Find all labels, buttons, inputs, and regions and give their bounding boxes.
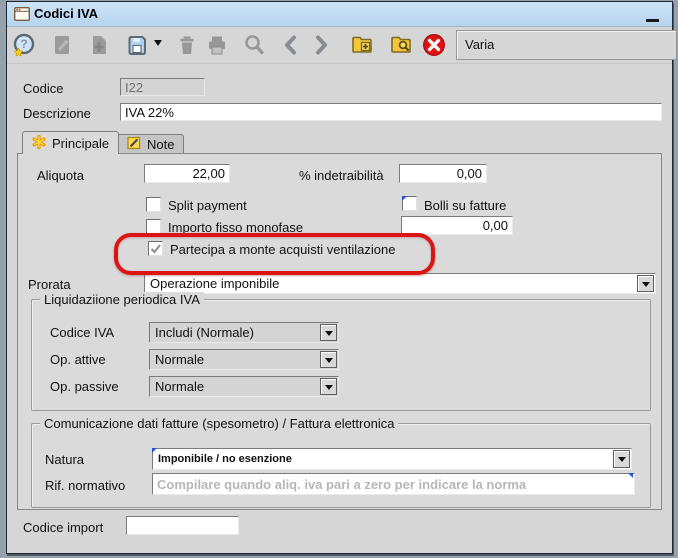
op-attive-label: Op. attive (50, 352, 106, 367)
comunicazione-groupbox: Comunicazione dati fatture (spesometro) … (31, 416, 651, 508)
codice-label: Codice (23, 81, 64, 96)
print-icon (204, 32, 230, 58)
chevron-down-icon[interactable] (637, 275, 654, 292)
rif-normativo-field[interactable] (152, 473, 635, 495)
liquidazione-group-title: Liquidaziione periodica IVA (40, 292, 204, 307)
split-payment-checkbox[interactable] (146, 197, 161, 212)
chevron-down-icon[interactable] (320, 351, 337, 368)
desktop-background: Codici IVA ? Varia Codice I22 Descrizion… (0, 0, 678, 558)
modified-marker (402, 196, 407, 201)
window-icon (13, 6, 31, 26)
tab-principale[interactable]: Principale (22, 131, 120, 154)
minimize-icon[interactable] (646, 19, 659, 22)
delete-icon (174, 32, 200, 58)
save-menu-caret-icon[interactable] (154, 40, 162, 50)
importo-fisso-monofase-label: Importo fisso monofase (168, 220, 304, 235)
save-icon[interactable] (124, 32, 150, 58)
bolli-su-fatture-label: Bolli su fatture (424, 198, 507, 213)
search-icon (241, 32, 267, 58)
edit-document-icon (49, 32, 75, 58)
tab-principale-label: Principale (52, 135, 110, 151)
previous-icon[interactable] (278, 32, 304, 58)
liquidazione-groupbox: Liquidaziione periodica IVA Codice IVA I… (31, 292, 651, 411)
rif-normativo-label: Rif. normativo (45, 478, 126, 493)
new-folder-icon[interactable] (349, 32, 375, 58)
op-attive-combobox[interactable]: Normale (149, 349, 339, 370)
op-attive-value: Normale (155, 352, 205, 367)
descrizione-label: Descrizione (23, 106, 91, 121)
codice-iva-value: Includi (Normale) (155, 325, 254, 340)
prorata-value: Operazione imponibile (150, 276, 280, 291)
varia-label: Varia (465, 37, 495, 52)
importo-fisso-monofase-checkbox[interactable] (146, 219, 161, 234)
indetraibilita-label: % indetraibilità (299, 168, 384, 183)
prorata-label: Prorata (28, 277, 71, 292)
natura-combobox[interactable]: Imponibile / no esenzione (152, 448, 632, 470)
tab-note[interactable]: Note (117, 134, 185, 154)
help-icon[interactable]: ? (11, 32, 37, 58)
asterisk-icon (32, 134, 46, 152)
next-icon[interactable] (308, 32, 334, 58)
op-passive-label: Op. passive (50, 379, 119, 394)
descrizione-field[interactable] (120, 103, 662, 121)
importo-fisso-monofase-field[interactable] (401, 216, 513, 235)
modified-marker (628, 473, 633, 478)
natura-value: Imponibile / no esenzione (158, 453, 292, 465)
close-icon[interactable] (421, 32, 447, 58)
codice-field (120, 78, 205, 96)
op-passive-combobox[interactable]: Normale (149, 376, 339, 397)
titlebar[interactable]: Codici IVA (7, 2, 672, 27)
modified-marker (152, 448, 157, 453)
find-folder-icon[interactable] (388, 32, 414, 58)
svg-text:?: ? (20, 37, 27, 51)
comunicazione-group-title: Comunicazione dati fatture (spesometro) … (40, 416, 399, 431)
window-title: Codici IVA (34, 6, 99, 21)
codice-iva-combobox[interactable]: Includi (Normale) (149, 322, 339, 343)
chevron-down-icon[interactable] (320, 378, 337, 395)
split-payment-label: Split payment (168, 198, 247, 213)
codice-import-field[interactable] (126, 516, 239, 535)
aliquota-label: Aliquota (37, 168, 84, 183)
chevron-down-icon[interactable] (613, 450, 630, 468)
codici-iva-window: Codici IVA ? Varia Codice I22 Descrizion… (6, 1, 677, 554)
aliquota-field[interactable] (144, 164, 230, 183)
note-icon (127, 136, 141, 153)
codice-import-label: Codice import (23, 520, 104, 535)
indetraibilita-field[interactable] (399, 164, 487, 183)
natura-label: Natura (45, 452, 85, 467)
bolli-su-fatture-checkbox[interactable] (402, 196, 417, 211)
varia-panel[interactable]: Varia (456, 30, 677, 60)
codice-iva-label: Codice IVA (50, 325, 115, 340)
op-passive-value: Normale (155, 379, 205, 394)
prorata-combobox[interactable]: Operazione imponibile (144, 273, 656, 294)
toolbar: ? Varia (7, 27, 677, 64)
partecipa-ventilazione-label: Partecipa a monte acquisti ventilazione (170, 242, 396, 257)
tab-note-label: Note (147, 137, 175, 152)
new-document-icon (86, 32, 112, 58)
partecipa-ventilazione-checkbox[interactable] (148, 241, 163, 256)
chevron-down-icon[interactable] (320, 324, 337, 341)
